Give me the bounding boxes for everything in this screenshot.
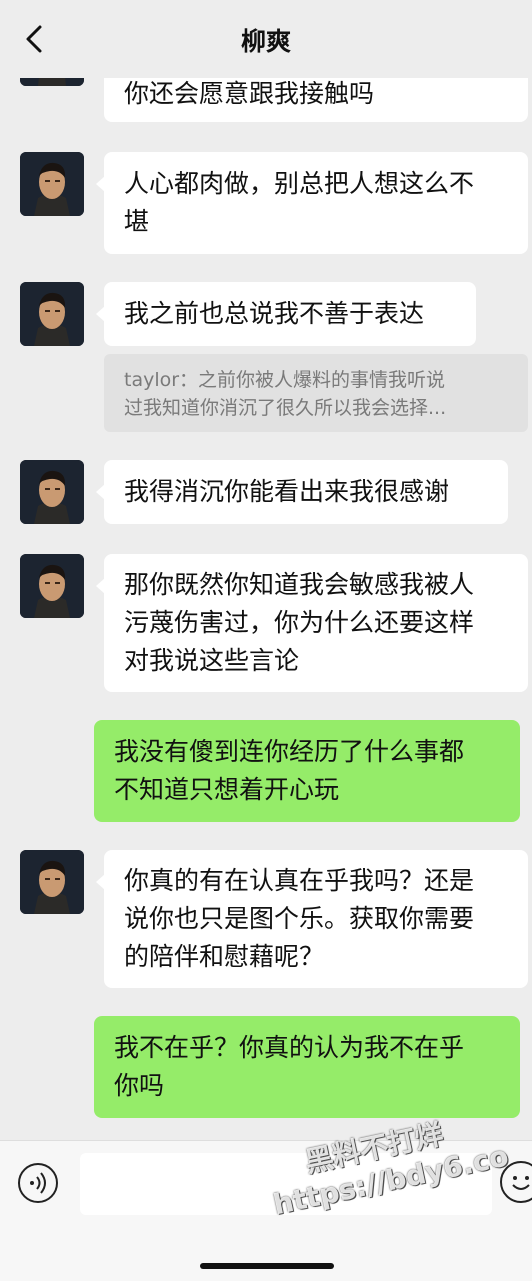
message-text: 我不在乎？你真的认为我不在乎 你吗 — [114, 1033, 465, 1100]
contact-avatar[interactable] — [20, 554, 84, 618]
message-bubble-incoming[interactable]: 我得消沉你能看出来我很感谢 — [96, 460, 508, 524]
message-text: 你真的有在认真在乎我吗？还是 说你也只是图个乐。获取你需要 的陪伴和慰藉呢？ — [124, 866, 475, 971]
message-bubble-incoming[interactable]: 你真的有在认真在乎我吗？还是 说你也只是图个乐。获取你需要 的陪伴和慰藉呢？ — [96, 850, 528, 988]
message-text: 人心都肉做，别总把人想这么不 堪 — [124, 169, 475, 236]
message-bubble-outgoing[interactable]: 我没有傻到连你经历了什么事都 不知道只想着开心玩 — [94, 720, 520, 822]
chat-title: 柳爽 — [240, 27, 291, 56]
voice-icon[interactable] — [18, 1163, 58, 1203]
contact-avatar[interactable] — [20, 282, 84, 346]
message-text: 我之前也总说我不善于表达 — [124, 299, 425, 328]
chat-header: 柳爽 — [0, 0, 532, 78]
contact-avatar[interactable] — [20, 850, 84, 914]
message-bubble-incoming[interactable]: 那你既然你知道我会敏感我被人 污蔑伤害过，你为什么还要这样 对我说这些言论 — [96, 554, 528, 692]
home-indicator — [200, 1263, 334, 1269]
contact-avatar[interactable] — [20, 460, 84, 524]
chat-area[interactable]: 你还会愿意跟我接触吗 人心都肉做，别总把人想这么不 堪 我之前也总说我不善于表达… — [0, 0, 532, 1140]
message-bubble-incoming[interactable]: 我之前也总说我不善于表达 — [96, 282, 476, 346]
contact-avatar[interactable] — [20, 152, 84, 216]
quoted-message[interactable]: taylor：之前你被人爆料的事情我听说 过我知道你消沉了很久所以我会选择... — [104, 354, 528, 432]
message-bubble-incoming[interactable]: 人心都肉做，别总把人想这么不 堪 — [96, 152, 528, 254]
message-bubble-outgoing[interactable]: 我不在乎？你真的认为我不在乎 你吗 — [94, 1016, 520, 1118]
message-text: 那你既然你知道我会敏感我被人 污蔑伤害过，你为什么还要这样 对我说这些言论 — [124, 570, 475, 675]
message-text: 我得消沉你能看出来我很感谢 — [124, 477, 450, 506]
message-text: 我没有傻到连你经历了什么事都 不知道只想着开心玩 — [114, 737, 465, 804]
